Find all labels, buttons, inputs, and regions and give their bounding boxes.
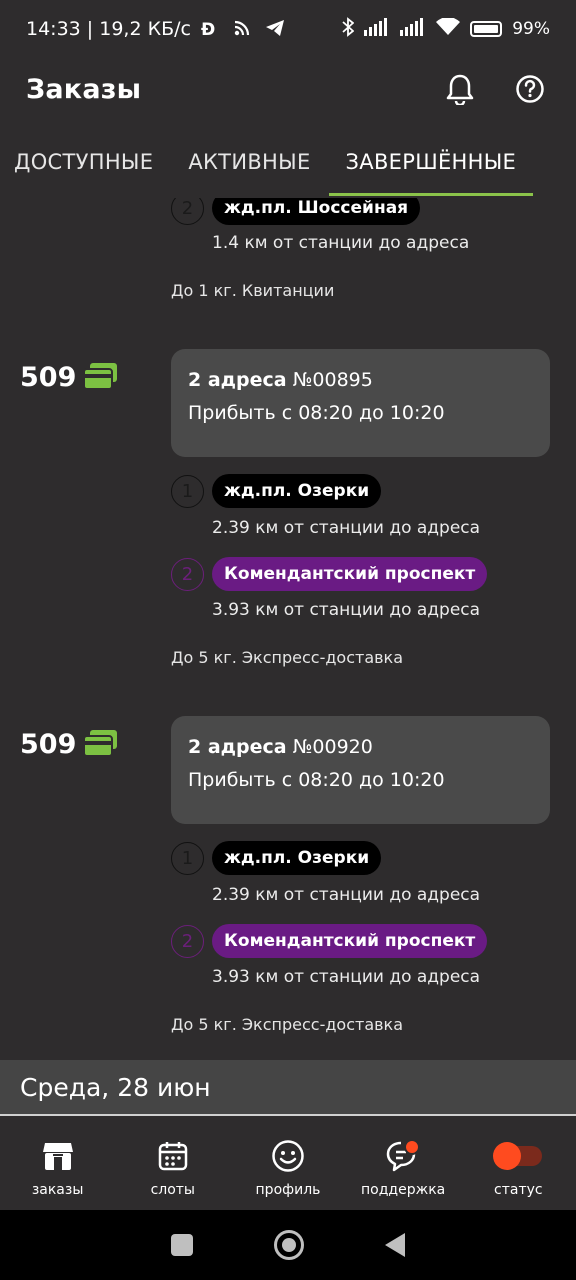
price-value: 509 [20, 362, 77, 393]
stop-number: 1 [171, 841, 204, 875]
payment-card-icon [83, 729, 118, 760]
stop-distance: 3.93 км от станции до адреса [212, 600, 481, 620]
order-card[interactable]: 2 адреса №00920 Прибыть с 08:20 до 10:20 [171, 716, 550, 824]
order-meta: До 5 кг. Экспресс-доставка [171, 648, 404, 667]
tab-active[interactable]: АКТИВНЫЕ [188, 134, 310, 196]
nav-label: статус [494, 1182, 543, 1198]
address-count: 2 адреса [188, 736, 287, 758]
station-pill: Комендантский проспект [212, 924, 488, 958]
nav-label: слоты [150, 1182, 195, 1198]
nav-label: заказы [31, 1182, 84, 1198]
notifications-button[interactable] [440, 69, 480, 109]
day-section-header: Среда, 28 июн [0, 1060, 576, 1114]
telegram-icon [265, 19, 287, 39]
app-header: Заказы [0, 58, 576, 120]
chat-icon [385, 1138, 421, 1174]
station-pill: жд.пл. Озерки [212, 474, 382, 508]
stop-item: 2 Комендантский проспект [171, 557, 488, 591]
order-meta: До 5 кг. Экспресс-доставка [171, 1015, 404, 1034]
nav-item-slots[interactable]: слоты [115, 1138, 230, 1198]
nav-label: поддержка [361, 1182, 446, 1198]
stop-number: 1 [171, 474, 204, 508]
order-title: 2 адреса №00895 [188, 369, 533, 391]
stop-distance: 2.39 км от станции до адреса [212, 885, 481, 905]
order-card[interactable]: 2 адреса №00895 Прибыть с 08:20 до 10:20 [171, 349, 550, 457]
home-button[interactable] [273, 1230, 304, 1260]
recent-apps-button[interactable] [170, 1234, 193, 1256]
smile-icon [271, 1138, 305, 1174]
wifi-icon [436, 16, 461, 41]
signal-icon [364, 17, 390, 41]
stop-distance: 3.93 км от станции до адреса [212, 967, 481, 987]
order-price: 509 [20, 362, 118, 393]
d-coin-icon: Đ [201, 19, 223, 40]
payment-card-icon [83, 362, 118, 393]
station-pill: Комендантский проспект [212, 557, 488, 591]
help-button[interactable] [510, 69, 550, 109]
stop-number: 2 [171, 924, 204, 958]
bell-icon [446, 74, 474, 105]
order-number: №00920 [292, 736, 373, 758]
station-pill: жд.пл. Озерки [212, 841, 382, 875]
help-icon [516, 75, 544, 103]
status-time-speed: 14:33 | 19,2 КБ/с [26, 18, 191, 40]
order-title: 2 адреса №00920 [188, 736, 533, 758]
svg-text:Đ: Đ [201, 20, 215, 39]
price-value: 509 [20, 729, 77, 760]
battery-level: 99% [512, 19, 550, 39]
back-button[interactable] [385, 1233, 406, 1257]
stop-distance: 1.4 км от станции до адреса [212, 233, 470, 253]
system-navigation [0, 1210, 576, 1280]
orders-list[interactable]: 2 жд.пл. Шоссейная 1.4 км от станции до … [0, 198, 576, 1116]
battery-icon [470, 21, 503, 37]
tab-available[interactable]: ДОСТУПНЫЕ [14, 134, 153, 196]
calendar-icon [157, 1138, 189, 1174]
nav-label: профиль [255, 1182, 321, 1198]
stop-item: 2 Комендантский проспект [171, 924, 488, 958]
toggle-icon [492, 1138, 544, 1174]
nav-item-profile[interactable]: профиль [230, 1138, 345, 1198]
order-price: 509 [20, 729, 118, 760]
order-number: №00895 [292, 369, 373, 391]
arrival-window: Прибыть с 08:20 до 10:20 [188, 402, 445, 424]
rss-icon [233, 19, 255, 39]
nav-item-status[interactable]: статус [461, 1138, 576, 1198]
arrival-window: Прибыть с 08:20 до 10:20 [188, 769, 445, 791]
order-meta: До 1 кг. Квитанции [171, 281, 335, 300]
nav-item-support[interactable]: поддержка [346, 1138, 461, 1198]
stop-item: 2 жд.пл. Шоссейная [171, 198, 421, 225]
order-tabs: ДОСТУПНЫЕ АКТИВНЫЕ ЗАВЕРШЁННЫЕ [0, 134, 576, 198]
signal-icon [400, 17, 426, 41]
page-title: Заказы [26, 73, 142, 105]
nav-item-orders[interactable]: заказы [0, 1138, 115, 1198]
stop-item: 1 жд.пл. Озерки [171, 474, 382, 508]
bottom-navigation: заказы слоты профиль поддержка статус [0, 1116, 576, 1210]
shop-icon [42, 1138, 74, 1174]
status-bar: 14:33 | 19,2 КБ/с Đ 99% [0, 0, 576, 58]
tab-completed[interactable]: ЗАВЕРШЁННЫЕ [328, 134, 534, 196]
station-pill: жд.пл. Шоссейная [212, 198, 421, 225]
bluetooth-icon [342, 16, 355, 42]
stop-number: 2 [171, 557, 204, 591]
stop-distance: 2.39 км от станции до адреса [212, 518, 481, 538]
address-count: 2 адреса [188, 369, 287, 391]
stop-item: 1 жд.пл. Озерки [171, 841, 382, 875]
stop-number: 2 [171, 198, 204, 225]
